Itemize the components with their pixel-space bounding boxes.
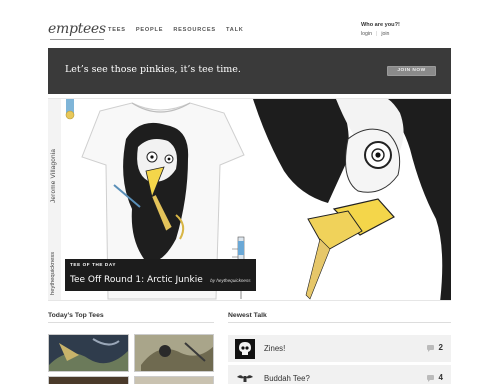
nav-tees[interactable]: TEES xyxy=(108,27,126,33)
promo-banner: Let’s see those pinkies, it’s tee time. … xyxy=(48,48,451,94)
banner-text: Let’s see those pinkies, it’s tee time. xyxy=(65,64,241,75)
divider xyxy=(48,322,214,323)
comment-icon xyxy=(427,375,434,382)
join-link[interactable]: join xyxy=(381,31,389,37)
comment-count: 2 xyxy=(438,343,443,352)
artist-tag[interactable]: heythequickness xyxy=(50,252,56,295)
nav-people[interactable]: PEOPLE xyxy=(136,27,164,33)
top-tee-thumb-1[interactable] xyxy=(48,334,129,372)
top-tee-thumb-4[interactable] xyxy=(134,376,214,384)
tee-art-2 xyxy=(135,335,213,371)
main-nav: TEES PEOPLE RESOURCES TALK xyxy=(108,27,244,33)
account-links: login | join xyxy=(361,31,389,37)
wings-icon xyxy=(235,369,255,384)
join-now-button[interactable]: JOIN NOW xyxy=(387,66,436,76)
divider xyxy=(228,322,451,323)
talk-item[interactable]: Buddah Tee? 4 xyxy=(228,364,451,384)
talk-title[interactable]: Buddah Tee? xyxy=(264,374,310,383)
talk-title[interactable]: Zines! xyxy=(264,344,285,353)
divider: | xyxy=(375,31,378,37)
featured-tee[interactable]: Jerome Villagonia heythequickness TEE OF… xyxy=(48,98,451,301)
top-tee-thumb-2[interactable] xyxy=(134,334,214,372)
artist-name[interactable]: Jerome Villagonia xyxy=(50,149,57,203)
talk-item[interactable]: Zines! 2 xyxy=(228,334,451,362)
top-tees-heading: Today’s Top Tees xyxy=(48,312,104,319)
who-are-you-label: Who are you?! xyxy=(361,22,400,28)
tee-of-the-day-caption[interactable]: TEE OF THE DAY Tee Off Round 1: Arctic J… xyxy=(65,259,256,291)
tee-art-1 xyxy=(49,335,128,371)
comment-count: 4 xyxy=(438,373,443,382)
nav-talk[interactable]: TALK xyxy=(226,27,244,33)
skull-icon xyxy=(235,339,255,359)
caption-kicker: TEE OF THE DAY xyxy=(70,262,117,267)
nav-resources[interactable]: RESOURCES xyxy=(173,27,216,33)
site-logo[interactable]: emptees xyxy=(48,21,106,40)
tee-author[interactable]: by heythequickness xyxy=(210,278,250,283)
newest-talk-heading: Newest Talk xyxy=(228,312,267,319)
comment-icon xyxy=(427,345,434,352)
login-link[interactable]: login xyxy=(361,31,372,37)
top-tee-thumb-3[interactable] xyxy=(48,376,129,384)
tee-title[interactable]: Tee Off Round 1: Arctic Junkie xyxy=(70,275,203,285)
